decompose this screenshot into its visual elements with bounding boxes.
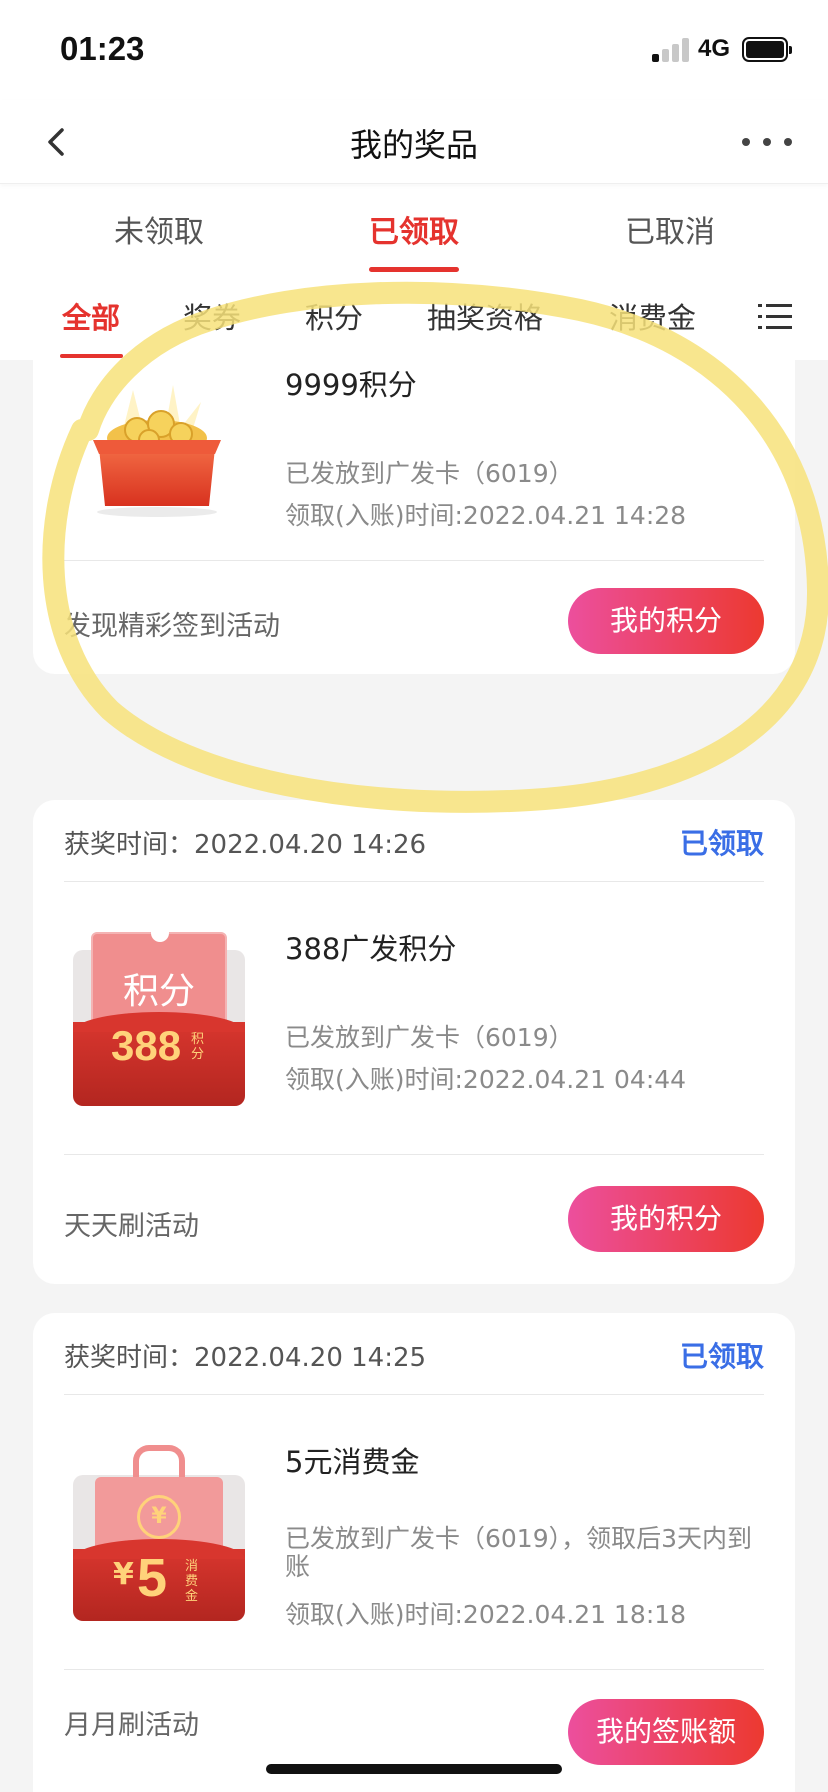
win-time: 获奖时间：2022.04.20 14:25 [64,1343,427,1373]
shopping-bag-icon: ¥ ¥ 5 消费金 [73,1445,245,1623]
prize-claim-time: 领取(入账)时间:2022.04.21 18:18 [285,1600,687,1629]
prize-name: 9999积分 [285,368,417,402]
points-coupon-icon: 积分 388 积分 [73,928,245,1106]
divider [64,1669,764,1670]
prize-description: 已发放到广发卡（6019） [285,459,574,488]
status-tabs: 未领取 已领取 已取消 [0,185,828,275]
win-time: 获奖时间：2022.04.20 14:26 [64,830,427,860]
activity-name: 月月刷活动 [64,1710,199,1741]
prize-description: 已发放到广发卡（6019），领取后3天内到账 [285,1524,753,1581]
prize-card-1: 9999积分 已发放到广发卡（6019） 领取(入账)时间:2022.04.21… [33,318,795,674]
gift-box-coins-icon [73,380,233,520]
card-header: 获奖时间：2022.04.20 14:26 已领取 [64,800,764,882]
divider [64,1154,764,1155]
prize-card-3: 获奖时间：2022.04.20 14:25 已领取 ¥ ¥ 5 消费金 5元消费… [33,1313,795,1792]
battery-icon [742,37,792,62]
signal-icon [652,38,692,62]
navigation-bar: 我的奖品 [0,100,828,184]
tab-indicator [369,267,459,272]
page-title: 我的奖品 [349,126,478,164]
category-lottery[interactable]: 抽奖资格 [427,295,543,337]
coupon-label: 积分 [122,971,195,1012]
status-badge: 已领取 [679,827,764,860]
prize-claim-time: 领取(入账)时间:2022.04.21 14:28 [285,501,687,530]
currency-symbol: ¥ [113,1557,134,1592]
tab-claimed[interactable]: 已领取 [369,207,459,251]
my-points-button[interactable]: 我的积分 [568,588,764,654]
card-header: 获奖时间：2022.04.20 14:25 已领取 [64,1313,764,1395]
tab-unclaimed[interactable]: 未领取 [114,207,204,251]
status-time: 01:23 [60,30,145,67]
activity-name: 发现精彩签到活动 [64,611,280,642]
top-header: 01:23 4G 我的奖品 未领取 已领取 已取消 全部 奖券 积分 抽奖资格 … [0,0,828,360]
coupon-value: 388 [111,1022,182,1069]
list-menu-icon[interactable] [758,302,792,332]
tab-cancelled[interactable]: 已取消 [625,207,715,251]
voucher-unit: 消费金 [185,1559,199,1604]
more-icon[interactable] [742,120,792,164]
status-badge: 已领取 [679,1340,764,1373]
category-spending[interactable]: 消费金 [609,295,696,337]
prize-claim-time: 领取(入账)时间:2022.04.21 04:44 [285,1065,687,1094]
category-tabs: 全部 奖券 积分 抽奖资格 消费金 [0,280,828,360]
home-indicator [266,1764,562,1774]
my-points-button[interactable]: 我的积分 [568,1186,764,1252]
category-points[interactable]: 积分 [305,295,363,337]
prize-card-2: 获奖时间：2022.04.20 14:26 已领取 积分 388 积分 388广… [33,800,795,1284]
yen-coin-icon: ¥ [137,1495,181,1539]
coupon-unit: 积分 [191,1032,205,1062]
voucher-value: 5 [137,1548,168,1608]
category-all[interactable]: 全部 [62,295,120,337]
prize-name: 388广发积分 [285,932,457,966]
category-vouchers[interactable]: 奖券 [183,295,241,337]
prize-name: 5元消费金 [285,1445,420,1479]
activity-name: 天天刷活动 [64,1211,199,1242]
divider [64,560,764,561]
category-indicator [60,354,123,358]
status-bar: 01:23 4G [0,0,828,100]
my-spending-button[interactable]: 我的签账额 [568,1699,764,1765]
prize-description: 已发放到广发卡（6019） [285,1023,574,1052]
network-type: 4G [698,35,731,62]
